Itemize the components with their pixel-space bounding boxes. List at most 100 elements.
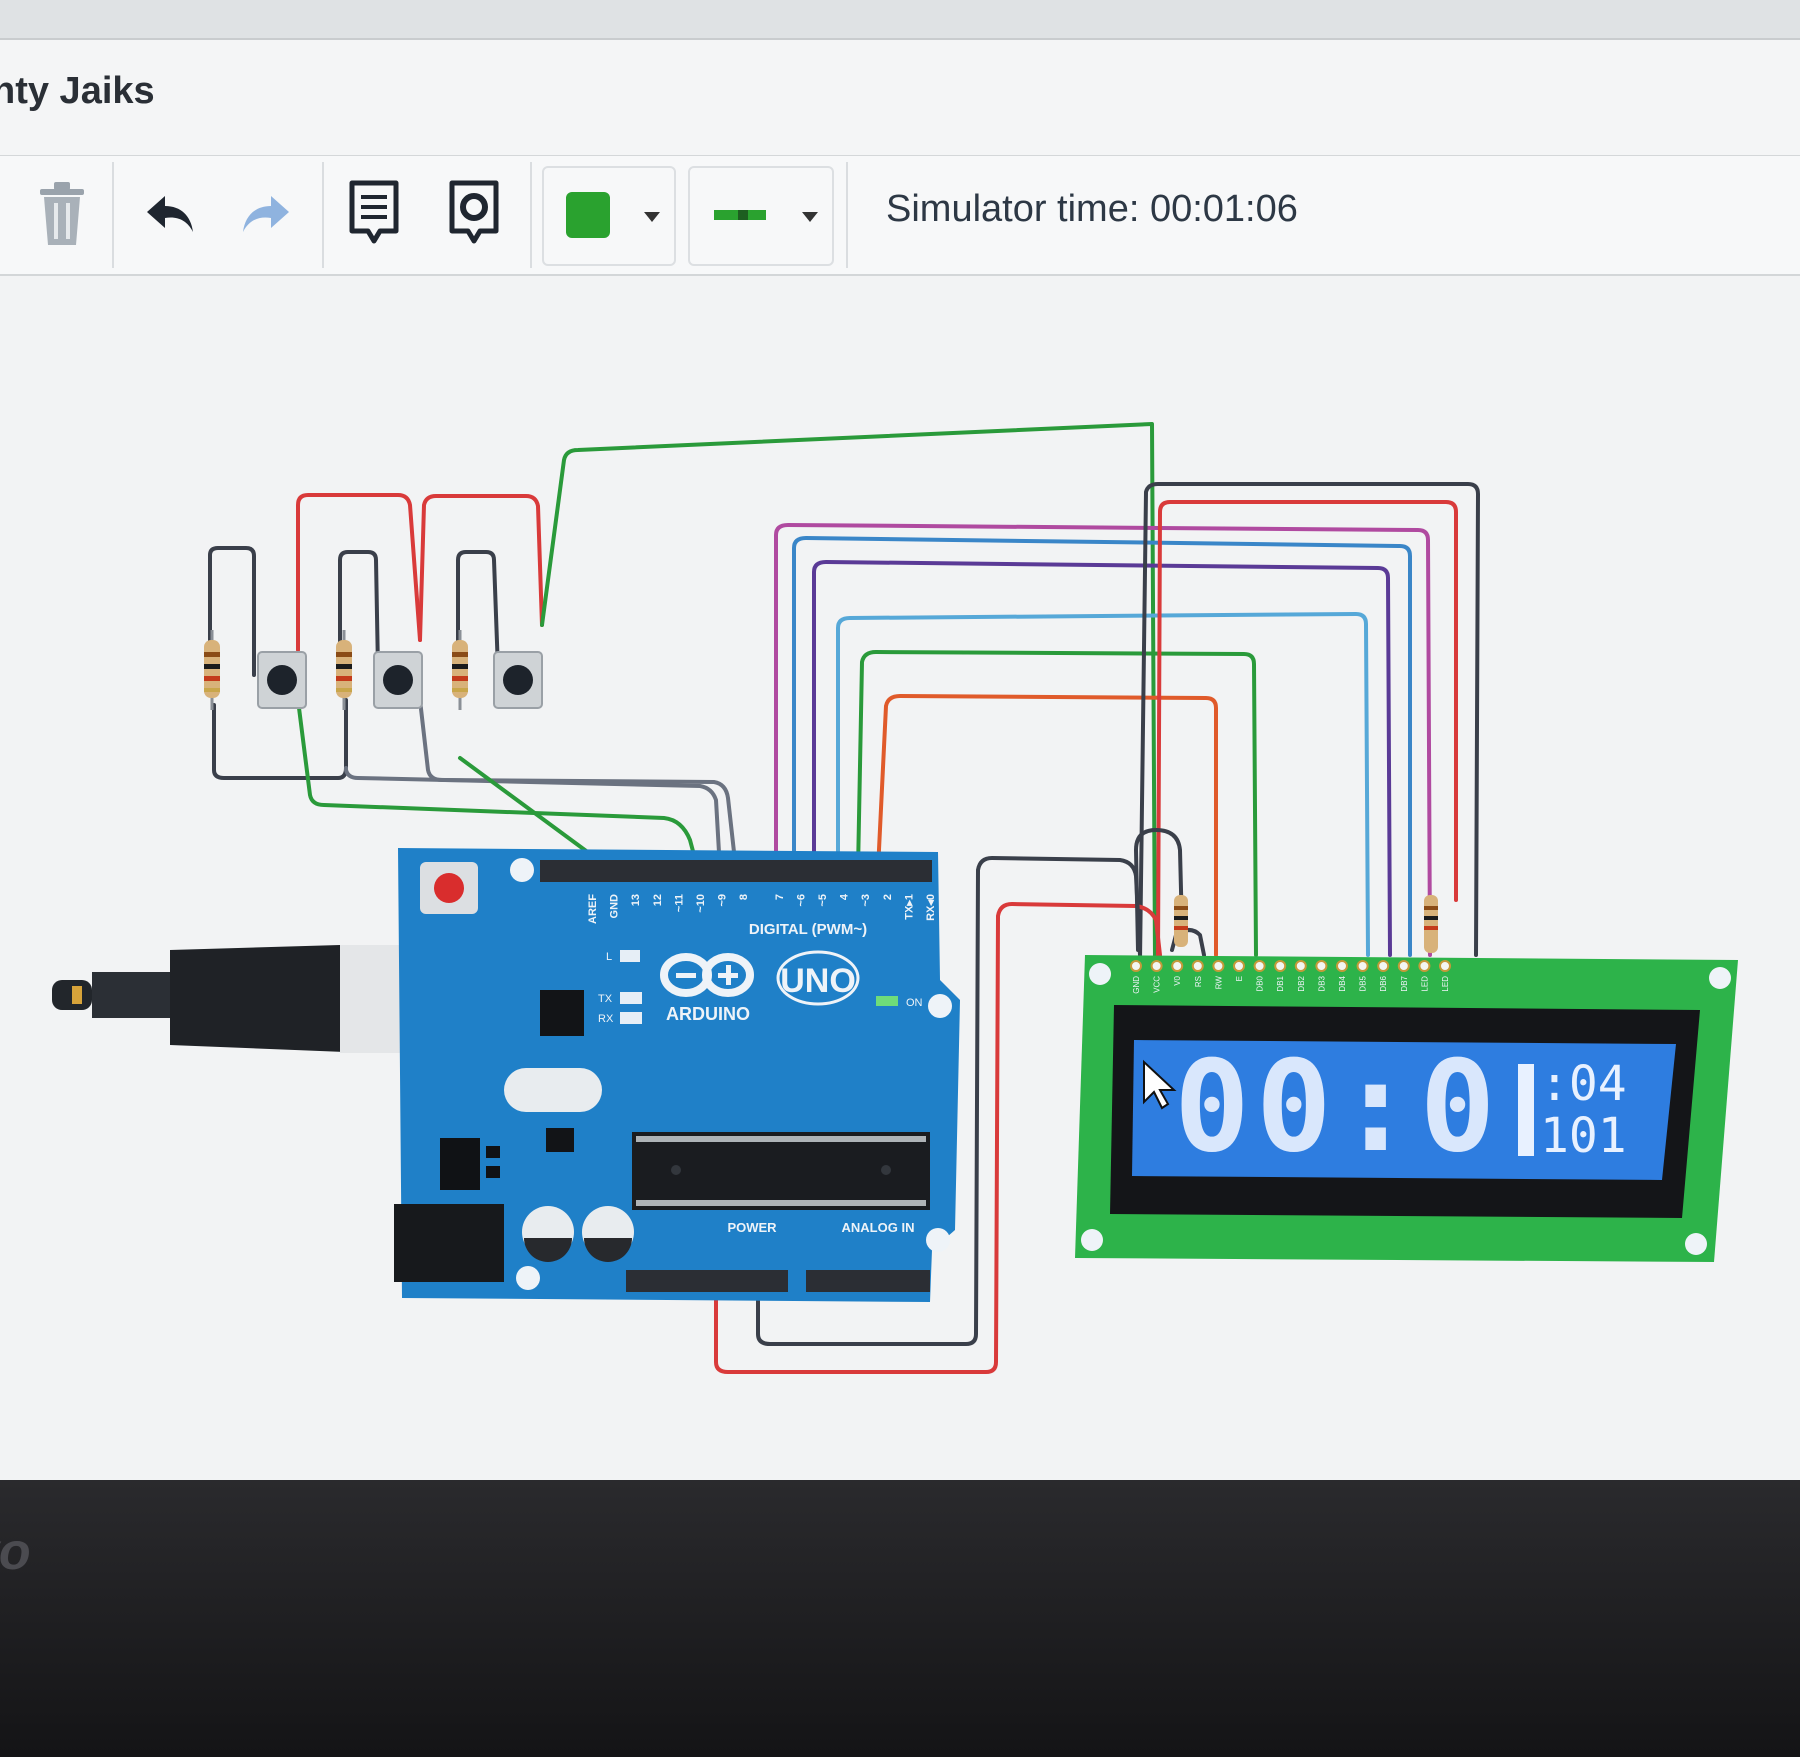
lcd-pin-pad[interactable]	[1150, 960, 1163, 972]
mounting-hole	[1709, 967, 1731, 989]
crystal	[504, 1068, 602, 1112]
lcd-pin-label: DB2	[1297, 975, 1306, 991]
lcd-pin-label: DB3	[1317, 975, 1326, 991]
mounting-hole	[928, 994, 952, 1018]
circuit-diagram[interactable]: UNO ARDUINO DIGITAL (PWM~) POWER ANALOG …	[0, 0, 1800, 1480]
lcd-pin-label: DB6	[1379, 975, 1388, 991]
analog-header[interactable]	[806, 1270, 930, 1292]
digital-label: DIGITAL (PWM~)	[749, 921, 867, 938]
power-label: POWER	[727, 1220, 777, 1235]
digital-pin-label: ~3	[860, 894, 872, 907]
digital-pin-label: RX◂0	[925, 894, 937, 921]
lcd-pin-label: GND	[1132, 976, 1141, 994]
lcd-pin-pad[interactable]	[1253, 960, 1266, 972]
digital-pin-label: AREF	[587, 894, 599, 924]
rx-label: RX	[598, 1013, 614, 1025]
wire[interactable]	[418, 494, 544, 642]
lcd-pin-label: DB4	[1338, 975, 1347, 991]
lcd-pin-label: LED	[1420, 976, 1429, 992]
resistor[interactable]	[336, 630, 352, 710]
lcd-pin-label: VCC	[1153, 976, 1162, 993]
mounting-hole	[1089, 963, 1111, 985]
wire[interactable]	[296, 493, 422, 652]
l-label: L	[606, 951, 612, 963]
power-header[interactable]	[626, 1270, 788, 1292]
digital-pin-label: 13	[630, 894, 642, 906]
laptop-bezel: vo	[0, 1480, 1800, 1757]
push-button[interactable]	[373, 651, 423, 709]
lcd-pin-label: RW	[1214, 976, 1223, 990]
on-label: ON	[906, 997, 923, 1009]
rx-led	[620, 1012, 642, 1024]
mounting-hole	[1081, 1229, 1103, 1251]
lcd-pin-pad[interactable]	[1377, 960, 1390, 972]
lcd-pin-label: E	[1235, 976, 1244, 981]
lcd-pin-label: DB5	[1359, 975, 1368, 991]
digital-pin-label: ~11	[673, 894, 685, 912]
lcd-pin-pad[interactable]	[1294, 960, 1307, 972]
tx-label: TX	[598, 993, 613, 1005]
lcd-line2: 101	[1540, 1108, 1627, 1164]
lcd-pin-label: V0	[1173, 975, 1182, 985]
analog-in-label: ANALOG IN	[842, 1220, 915, 1235]
power-jack[interactable]	[394, 1204, 504, 1282]
resistor[interactable]	[1174, 895, 1188, 947]
mounting-hole	[926, 1228, 950, 1252]
arduino-label: ARDUINO	[666, 1004, 750, 1024]
mounting-hole	[510, 858, 534, 882]
digital-pin-label: GND	[609, 894, 621, 919]
lcd-16x2[interactable]: GND VCC V0 RS RW E DB0 DB1 DB2 DB3 DB4 DB5 DB6 DB7 LED…	[1075, 955, 1738, 1262]
usb-chip	[540, 990, 584, 1036]
reset-button[interactable]	[420, 862, 478, 914]
uno-label: UNO	[780, 962, 856, 1000]
digital-pin-label: 4	[839, 893, 851, 900]
digital-pin-label: 8	[738, 894, 750, 900]
lcd-custom-char-block	[1518, 1064, 1534, 1156]
lcd-pin-pad[interactable]	[1191, 960, 1204, 972]
lcd-big-digits: 00:0	[1174, 1033, 1501, 1180]
push-button[interactable]	[493, 651, 543, 709]
resistor[interactable]	[204, 630, 220, 710]
on-led	[876, 996, 898, 1006]
lcd-pin-pad[interactable]	[1130, 960, 1142, 972]
lcd-pin-pad[interactable]	[1274, 960, 1287, 972]
digital-pin-label: 2	[882, 894, 894, 900]
digital-pin-label: 7	[774, 894, 786, 900]
lcd-pin-label: LED	[1441, 976, 1450, 992]
resistor[interactable]	[1424, 895, 1438, 953]
arduino-logo	[660, 953, 754, 997]
mounting-hole	[1685, 1233, 1707, 1255]
lcd-pin-label: RS	[1194, 976, 1203, 987]
mounting-hole	[516, 1266, 540, 1290]
lcd-pin-label: DB1	[1276, 975, 1285, 991]
small-chip	[546, 1128, 574, 1152]
digital-pin-label: TX▸1	[903, 894, 915, 920]
digital-pin-label: ~5	[817, 894, 829, 907]
wire[interactable]	[212, 698, 348, 780]
lcd-pin-pad[interactable]	[1336, 960, 1348, 972]
lcd-pin-pad[interactable]	[1315, 960, 1328, 972]
lcd-pin-pad[interactable]	[1212, 960, 1225, 972]
digital-pin-label: ~6	[795, 894, 807, 907]
digital-pin-label: ~10	[695, 894, 707, 913]
lcd-pin-pad[interactable]	[1233, 960, 1245, 972]
l-led	[620, 950, 640, 962]
screen: nty Jaiks Simulator time: 00:01:06 UNO A…	[0, 0, 1800, 1480]
resistor[interactable]	[452, 630, 468, 710]
laptop-brand: vo	[0, 1523, 31, 1581]
digital-pin-label: 12	[652, 894, 664, 906]
lcd-pin-pad[interactable]	[1356, 960, 1369, 972]
lcd-line1: :04	[1540, 1056, 1627, 1112]
lcd-pin-pad[interactable]	[1439, 960, 1451, 972]
lcd-pin-label: DB7	[1400, 975, 1409, 991]
lcd-pin-pad[interactable]	[1397, 960, 1410, 972]
tx-led	[620, 992, 642, 1004]
lcd-pin-pad[interactable]	[1418, 960, 1431, 972]
push-button[interactable]	[257, 651, 307, 709]
lcd-pin-pad[interactable]	[1171, 960, 1184, 972]
digital-header[interactable]	[540, 860, 932, 882]
voltage-regulator	[440, 1138, 480, 1190]
arduino-uno-board[interactable]: UNO ARDUINO DIGITAL (PWM~) POWER ANALOG …	[394, 848, 960, 1302]
lcd-pin-label: DB0	[1256, 975, 1265, 991]
digital-pin-label: ~9	[717, 894, 729, 907]
